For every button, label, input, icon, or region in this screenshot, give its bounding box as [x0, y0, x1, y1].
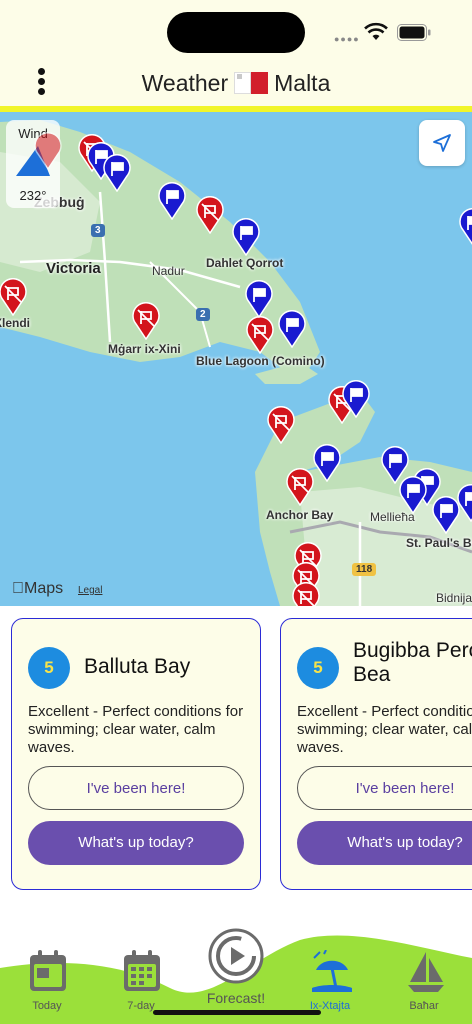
tab-forecast-label: Forecast! [206, 990, 266, 1006]
beach-umbrella-icon [312, 950, 352, 992]
app-title: Weather Malta [0, 70, 472, 97]
place-dahlet-qorrot: Dahlet Qorrot [206, 256, 284, 270]
beach-pin-blue[interactable] [231, 218, 261, 256]
beach-description: Excellent - Perfect conditions for swimm… [297, 703, 472, 756]
beach-score-badge: 5 [297, 647, 339, 689]
place-blue-lagoon: Blue Lagoon (Comino) [196, 354, 325, 368]
place-anchor-bay: Anchor Bay [266, 508, 334, 522]
beach-map[interactable]: Victoria Żebbuġ Nadur Dahlet Qorrot Xlen… [0, 112, 472, 606]
been-here-button[interactable]: I've been here! [297, 766, 472, 810]
beach-pin-red[interactable] [245, 316, 275, 354]
road-number-3: 3 [91, 224, 105, 237]
been-here-button[interactable]: I've been here! [28, 766, 244, 810]
beach-pin-red[interactable] [131, 302, 161, 340]
beach-pin-blue[interactable] [458, 208, 472, 246]
play-circle-icon [208, 928, 264, 984]
whats-up-today-button[interactable]: What's up today? [28, 821, 244, 865]
tab-today-label: Today [32, 1000, 62, 1012]
beach-pin-red[interactable] [291, 582, 321, 606]
locate-me-button[interactable] [419, 120, 465, 166]
tab-bahar-label: Baħar [409, 1000, 439, 1012]
tab-ix-xtajta[interactable]: Ix-Xtajta [290, 946, 370, 1018]
beach-score-badge: 5 [28, 647, 70, 689]
place-st-pauls-bay: St. Paul's Bay [406, 536, 472, 550]
maps-logo-text: Maps [12, 580, 63, 597]
whats-up-today-button[interactable]: What's up today? [297, 821, 472, 865]
beach-card[interactable]: 5 Balluta Bay Excellent - Perfect condit… [11, 618, 261, 890]
beach-pin-blue[interactable] [398, 476, 428, 514]
beach-pin-red[interactable] [0, 278, 28, 316]
beach-name: Balluta Bay [84, 655, 191, 678]
beach-pin-red[interactable] [266, 406, 296, 444]
legal-link[interactable]: Legal [78, 585, 102, 596]
tab-today[interactable]: Today [7, 946, 87, 1018]
wind-direction-value: 232° [19, 188, 47, 203]
beach-pin-blue[interactable] [341, 380, 371, 418]
beach-cards-carousel[interactable]: 5 Balluta Bay Excellent - Perfect condit… [0, 606, 472, 918]
home-indicator [153, 1010, 321, 1015]
tab-bahar[interactable]: Baħar [384, 946, 464, 1018]
calendar-day-icon [30, 950, 66, 991]
tab-7-day[interactable]: 7-day [101, 946, 181, 1018]
beach-pin-blue[interactable] [456, 484, 472, 522]
malta-flag-icon [234, 72, 269, 94]
place-bidnija: Bidnija [436, 591, 472, 605]
place-victoria: Victoria [46, 260, 101, 277]
title-malta: Malta [274, 70, 331, 96]
beach-pin-blue[interactable] [312, 444, 342, 482]
place-mgarr-ix-xini: Mġarr ix-Xini [108, 342, 181, 356]
cellular-signal-icon: ●●●● [334, 34, 360, 44]
place-nadur: Nadur [152, 264, 185, 278]
beach-pin-red[interactable] [33, 132, 63, 170]
road-number-2: 2 [196, 308, 210, 321]
status-bar: ●●●● [0, 0, 472, 60]
beach-pin-red[interactable] [195, 196, 225, 234]
beach-name: Bugibba Perched Bea [353, 639, 472, 686]
road-number-118: 118 [352, 563, 377, 576]
beach-description: Excellent - Perfect conditions for swimm… [28, 703, 244, 756]
beach-pin-blue[interactable] [157, 182, 187, 220]
sailboat-icon [408, 952, 444, 992]
apple-maps-logo: Maps [12, 580, 63, 598]
location-arrow-icon [433, 134, 451, 152]
title-weather: Weather [141, 70, 229, 96]
tab-bar: Today 7-day Forecast! Ix-Xtajta Baħar [0, 918, 472, 1024]
beach-pin-blue[interactable] [102, 154, 132, 192]
beach-card[interactable]: 5 Bugibba Perched Bea Excellent - Perfec… [280, 618, 472, 890]
tab-forecast[interactable]: Forecast! [196, 926, 276, 1016]
beach-pin-blue[interactable] [244, 280, 274, 318]
calendar-week-icon [124, 950, 160, 991]
dynamic-island [167, 12, 305, 53]
wifi-icon [364, 22, 388, 40]
place-xlendi: Xlendi [0, 316, 31, 330]
battery-icon [397, 24, 431, 41]
beach-pin-red[interactable] [285, 468, 315, 506]
beach-pin-blue[interactable] [277, 310, 307, 348]
